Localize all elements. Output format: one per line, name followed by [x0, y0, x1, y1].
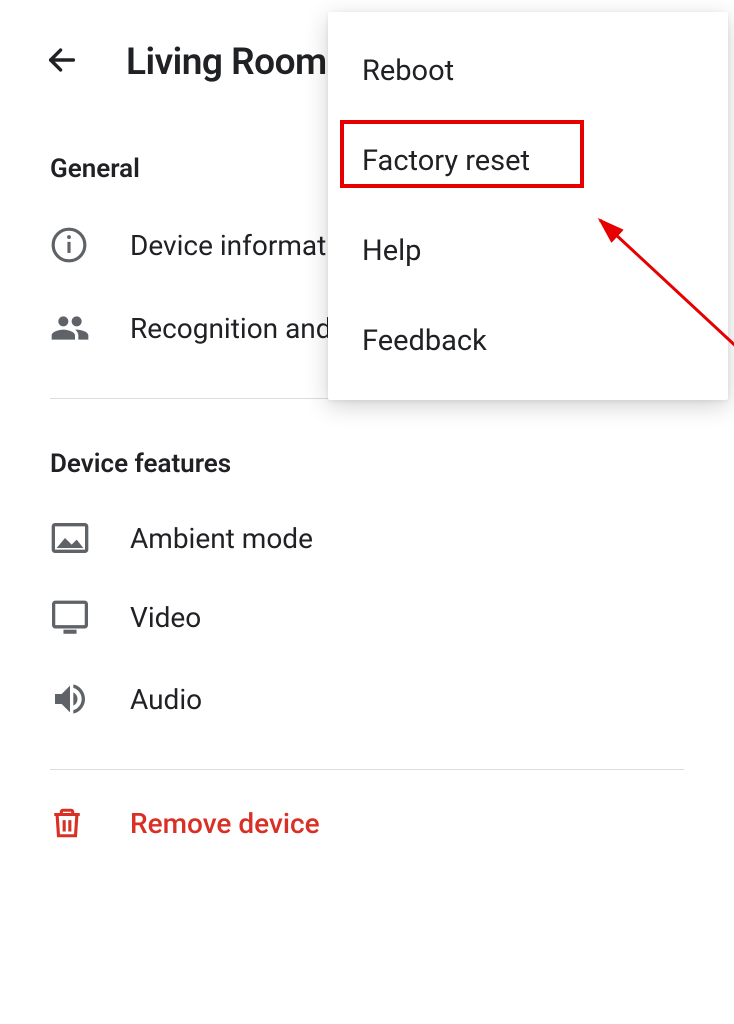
people-icon: [50, 308, 98, 348]
row-audio[interactable]: Audio: [0, 657, 734, 741]
row-label: Audio: [130, 683, 202, 716]
photo-icon: [50, 521, 98, 555]
menu-item-label: Reboot: [362, 54, 454, 88]
back-arrow-icon: [45, 43, 79, 81]
info-icon: [50, 226, 98, 264]
menu-item-label: Factory reset: [362, 144, 530, 178]
menu-item-factory-reset[interactable]: Factory reset: [328, 116, 728, 206]
menu-item-label: Help: [362, 234, 421, 268]
back-button[interactable]: [40, 40, 84, 84]
row-video[interactable]: Video: [0, 577, 734, 657]
row-label: Remove device: [130, 807, 320, 840]
overflow-menu: Reboot Factory reset Help Feedback: [328, 12, 728, 400]
tv-icon: [50, 599, 98, 635]
menu-item-reboot[interactable]: Reboot: [328, 26, 728, 116]
section-features-label: Device features: [0, 399, 734, 499]
menu-item-label: Feedback: [362, 324, 487, 358]
speaker-icon: [50, 679, 98, 719]
page-title: Living Room: [126, 41, 327, 84]
menu-item-help[interactable]: Help: [328, 206, 728, 296]
row-ambient-mode[interactable]: Ambient mode: [0, 499, 734, 577]
row-remove-device[interactable]: Remove device: [0, 770, 734, 864]
row-label: Ambient mode: [130, 522, 313, 555]
trash-icon: [50, 804, 98, 842]
menu-item-feedback[interactable]: Feedback: [328, 296, 728, 386]
row-label: Video: [130, 601, 201, 634]
